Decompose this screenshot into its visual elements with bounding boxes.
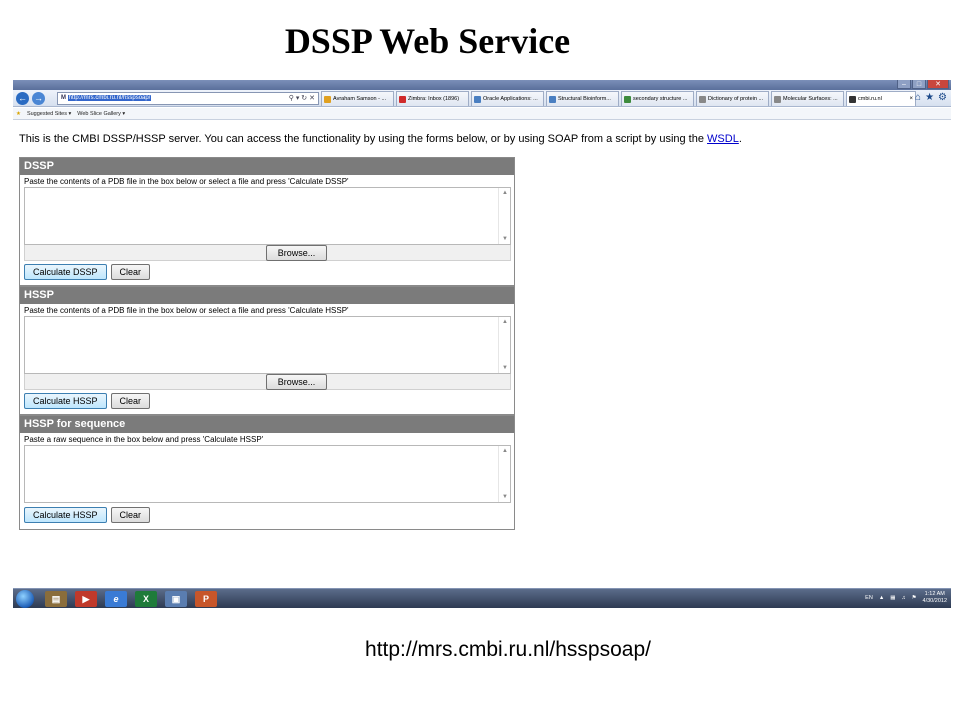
start-button[interactable] <box>16 590 34 608</box>
tab-favicon-icon <box>324 95 331 103</box>
back-icon[interactable]: ← <box>16 92 29 105</box>
hssp-textarea[interactable]: ▲ ▼ <box>24 316 511 374</box>
tab-favicon-icon <box>624 95 631 103</box>
hssp-textarea-scrollbar[interactable]: ▲ ▼ <box>498 317 510 373</box>
dssp-panel-desc: Paste the contents of a PDB file in the … <box>24 177 349 186</box>
dssp-browse-button[interactable]: Browse... <box>266 245 327 261</box>
hssp-panel: HSSP Paste the contents of a PDB file in… <box>19 286 515 415</box>
hssp-browse-button[interactable]: Browse... <box>266 374 327 390</box>
browser-tab[interactable]: secondary structure ... <box>621 91 694 106</box>
calculate-hssp-sequence-button[interactable]: Calculate HSSP <box>24 507 107 523</box>
sequence-textarea[interactable]: ▲ ▼ <box>24 445 511 503</box>
tab-favicon-icon <box>474 95 481 103</box>
tab-label: Molecular Surfaces: ... <box>783 96 838 102</box>
window-icon[interactable]: ▣ <box>165 591 187 607</box>
tab-label: Structural Bioinform... <box>558 96 611 102</box>
browser-tab[interactable]: Oracle Applications: ... <box>471 91 544 106</box>
close-icon[interactable]: ✕ <box>927 80 949 89</box>
tab-label: Dictionary of protein ... <box>708 96 764 102</box>
hssp-panel-desc: Paste the contents of a PDB file in the … <box>24 306 349 315</box>
hssp-sequence-panel-title: HSSP for sequence <box>20 416 514 433</box>
browser-tab[interactable]: Molecular Surfaces: ... <box>771 91 844 106</box>
calculate-hssp-button[interactable]: Calculate HSSP <box>24 393 107 409</box>
site-icon: M <box>61 95 66 101</box>
dssp-textarea-scrollbar[interactable]: ▲ ▼ <box>498 188 510 244</box>
tab-favicon-icon <box>549 95 556 103</box>
explorer-icon[interactable]: ▤ <box>45 591 67 607</box>
tab-favicon-icon <box>699 95 706 103</box>
volume-icon[interactable]: ♫ <box>901 595 905 601</box>
tab-label: Avraham Samson - ... <box>333 96 387 102</box>
page-content: This is the CMBI DSSP/HSSP server. You c… <box>13 121 951 590</box>
powerpoint-icon[interactable]: P <box>195 591 217 607</box>
home-icon[interactable]: ⌂ <box>915 92 921 103</box>
favorites-item-suggested[interactable]: Suggested Sites ▾ <box>27 108 71 119</box>
calculate-dssp-button[interactable]: Calculate DSSP <box>24 264 107 280</box>
dssp-file-input[interactable]: Browse... <box>24 245 511 261</box>
media-player-icon[interactable]: ▶ <box>75 591 97 607</box>
tab-favicon-icon <box>849 95 856 103</box>
system-tray: EN ▲ ▦ ♫ ⚑ 1:12 AM 4/30/2012 <box>865 591 947 605</box>
sequence-clear-button[interactable]: Clear <box>110 507 151 523</box>
navigation-bar: ← → M http://mrs.cmbi.ru.nl/hsspsoap/ ⚲ … <box>13 90 951 107</box>
slide-url: http://mrs.cmbi.ru.nl/hsspsoap/ <box>365 638 651 661</box>
tab-label: Zimbra: Inbox (1896) <box>408 96 460 102</box>
tab-label: secondary structure ... <box>633 96 688 102</box>
language-indicator[interactable]: EN <box>865 595 873 601</box>
favorites-item-webslice[interactable]: Web Slice Gallery ▾ <box>77 108 125 119</box>
maximize-icon[interactable]: □ <box>912 80 926 89</box>
taskbar: ▤ ▶ e X ▣ P EN ▲ ▦ ♫ ⚑ 1:12 AM 4/30/2012 <box>13 588 951 608</box>
dssp-clear-button[interactable]: Clear <box>110 264 151 280</box>
browser-screenshot: – □ ✕ ← → M http://mrs.cmbi.ru.nl/hsspso… <box>13 80 951 608</box>
tab-label: Oracle Applications: ... <box>483 96 538 102</box>
tab-label: cmbi.ru.nl <box>858 96 882 102</box>
tab-favicon-icon <box>399 95 406 103</box>
internet-explorer-icon[interactable]: e <box>105 591 127 607</box>
address-tools: ⚲ ▾ ↻ ✕ <box>288 95 315 102</box>
browser-tab[interactable]: cmbi.ru.nl × <box>846 91 916 106</box>
intro-text: This is the CMBI DSSP/HSSP server. You c… <box>19 133 742 145</box>
browser-tab[interactable]: Dictionary of protein ... <box>696 91 769 106</box>
hssp-file-input[interactable]: Browse... <box>24 374 511 390</box>
star-icon[interactable]: ★ <box>925 92 934 103</box>
network-icon[interactable]: ▦ <box>890 595 895 601</box>
address-text: http://mrs.cmbi.ru.nl/hsspsoap/ <box>67 95 152 101</box>
flag-icon[interactable]: ⚑ <box>912 595 917 601</box>
tab-favicon-icon <box>774 95 781 103</box>
dssp-panel: DSSP Paste the contents of a PDB file in… <box>19 157 515 286</box>
wsdl-link[interactable]: WSDL <box>707 133 739 145</box>
slide-title: DSSP Web Service <box>284 21 571 61</box>
excel-icon[interactable]: X <box>135 591 157 607</box>
dssp-textarea[interactable]: ▲ ▼ <box>24 187 511 245</box>
browser-tab[interactable]: Structural Bioinform... <box>546 91 619 106</box>
dssp-panel-title: DSSP <box>20 158 514 175</box>
window-titlebar: – □ ✕ <box>13 80 951 90</box>
hssp-panel-title: HSSP <box>20 287 514 304</box>
minimize-icon[interactable]: – <box>897 80 911 89</box>
favorites-bar: ★ Suggested Sites ▾ Web Slice Gallery ▾ <box>13 108 951 120</box>
hssp-sequence-panel-desc: Paste a raw sequence in the box below an… <box>24 435 264 444</box>
sequence-textarea-scrollbar[interactable]: ▲ ▼ <box>498 446 510 502</box>
hssp-sequence-panel: HSSP for sequence Paste a raw sequence i… <box>19 415 515 530</box>
gear-icon[interactable]: ⚙ <box>938 92 947 103</box>
tab-strip: Avraham Samson - ... Zimbra: Inbox (1896)… <box>321 91 916 106</box>
browser-tab[interactable]: Zimbra: Inbox (1896) <box>396 91 469 106</box>
forward-icon[interactable]: → <box>32 92 45 105</box>
clock[interactable]: 1:12 AM 4/30/2012 <box>923 591 947 605</box>
browser-tab[interactable]: Avraham Samson - ... <box>321 91 394 106</box>
hssp-clear-button[interactable]: Clear <box>110 393 151 409</box>
address-bar[interactable]: M http://mrs.cmbi.ru.nl/hsspsoap/ ⚲ ▾ ↻ … <box>57 92 319 105</box>
tray-arrow-icon[interactable]: ▲ <box>879 595 884 601</box>
favorites-star-icon[interactable]: ★ <box>16 108 21 119</box>
